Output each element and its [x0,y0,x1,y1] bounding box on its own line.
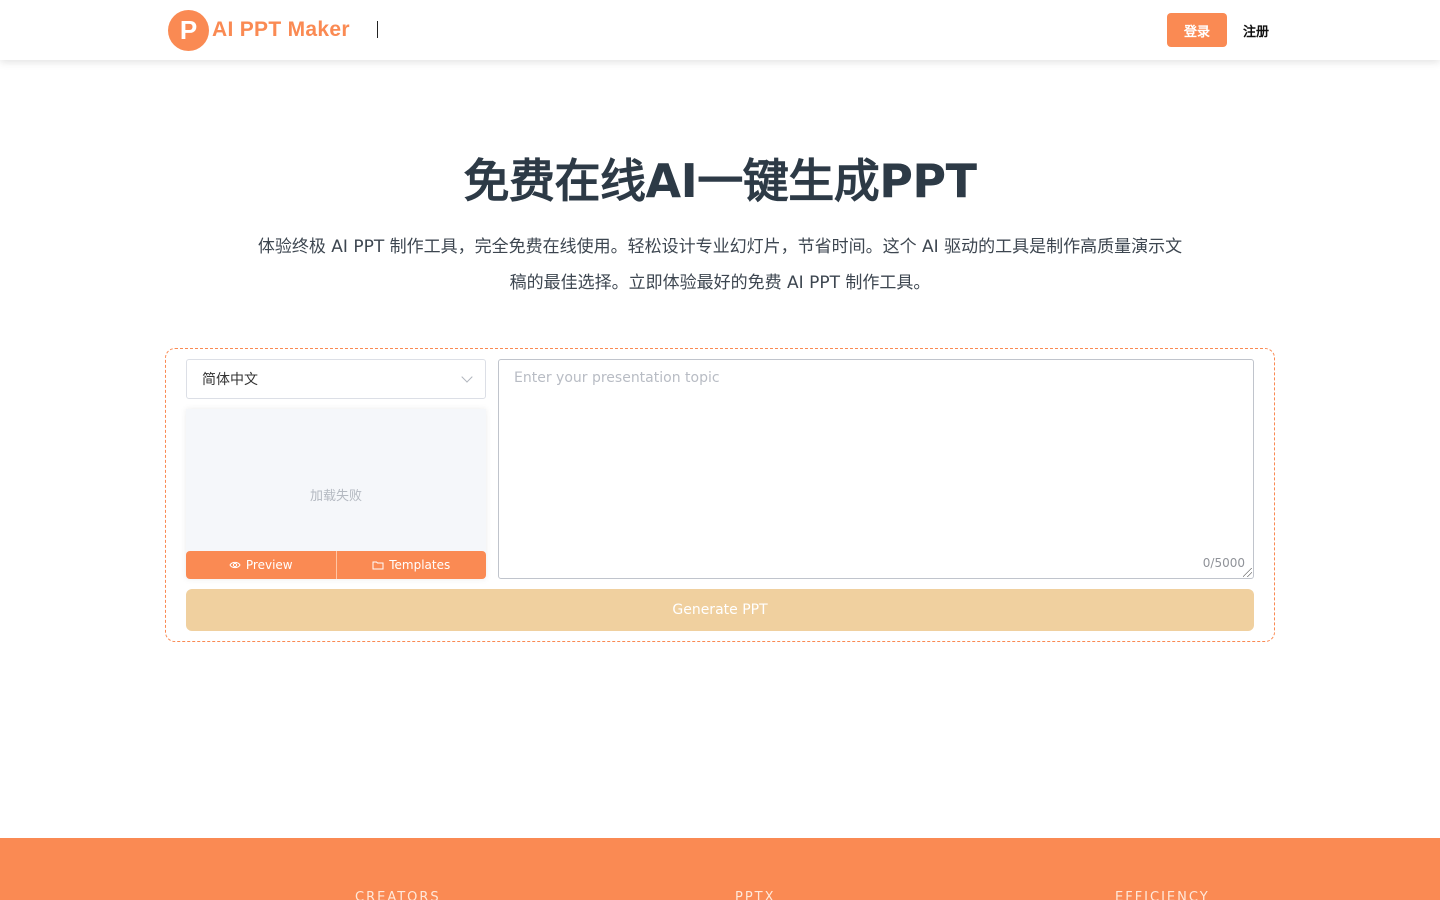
preview-status: 加载失败 [309,489,362,504]
eye-icon [229,561,241,569]
ppt-generator-card: 简体中文 加载失败 Preview Templates Enter your p… [165,348,1275,642]
register-button[interactable]: 注册 [1236,13,1276,47]
logo-icon: P [168,9,209,51]
login-button[interactable]: 登录 [1167,13,1227,47]
logo-text: AI PPT Maker [212,18,350,41]
templates-button-label: Templates [389,558,451,572]
topic-textarea[interactable]: Enter your presentation topic 0/5000 [498,359,1254,579]
preview-actions: Preview Templates [186,551,486,579]
preview-button[interactable]: Preview [186,551,336,579]
feature-label-efficiency: EFFICIENCY [1115,890,1210,900]
generate-ppt-button[interactable]: Generate PPT [186,589,1254,631]
features-band: CREATORS PPTX EFFICIENCY [0,838,1440,900]
resize-handle-icon[interactable] [1243,568,1252,577]
char-counter: 0/5000 [1202,556,1245,570]
text-cursor [377,21,378,38]
folder-icon [372,561,384,570]
page-title: 免费在线AI一键生成PPT [463,154,977,208]
feature-label-creators: CREATORS [355,890,441,900]
chevron-down-icon [461,371,473,383]
site-logo[interactable]: P AI PPT Maker [168,9,350,51]
preview-button-label: Preview [245,558,293,572]
language-select[interactable]: 简体中文 [186,359,486,399]
feature-label-pptx: PPTX [735,890,776,900]
topic-placeholder: Enter your presentation topic [514,370,720,386]
language-select-value: 简体中文 [202,372,258,388]
templates-button[interactable]: Templates [335,551,486,579]
site-header: P AI PPT Maker 登录 注册 [0,0,1440,60]
page-subtitle: 体验终极 AI PPT 制作工具，完全免费在线使用。轻松设计专业幻灯片，节省时间… [257,237,1183,293]
